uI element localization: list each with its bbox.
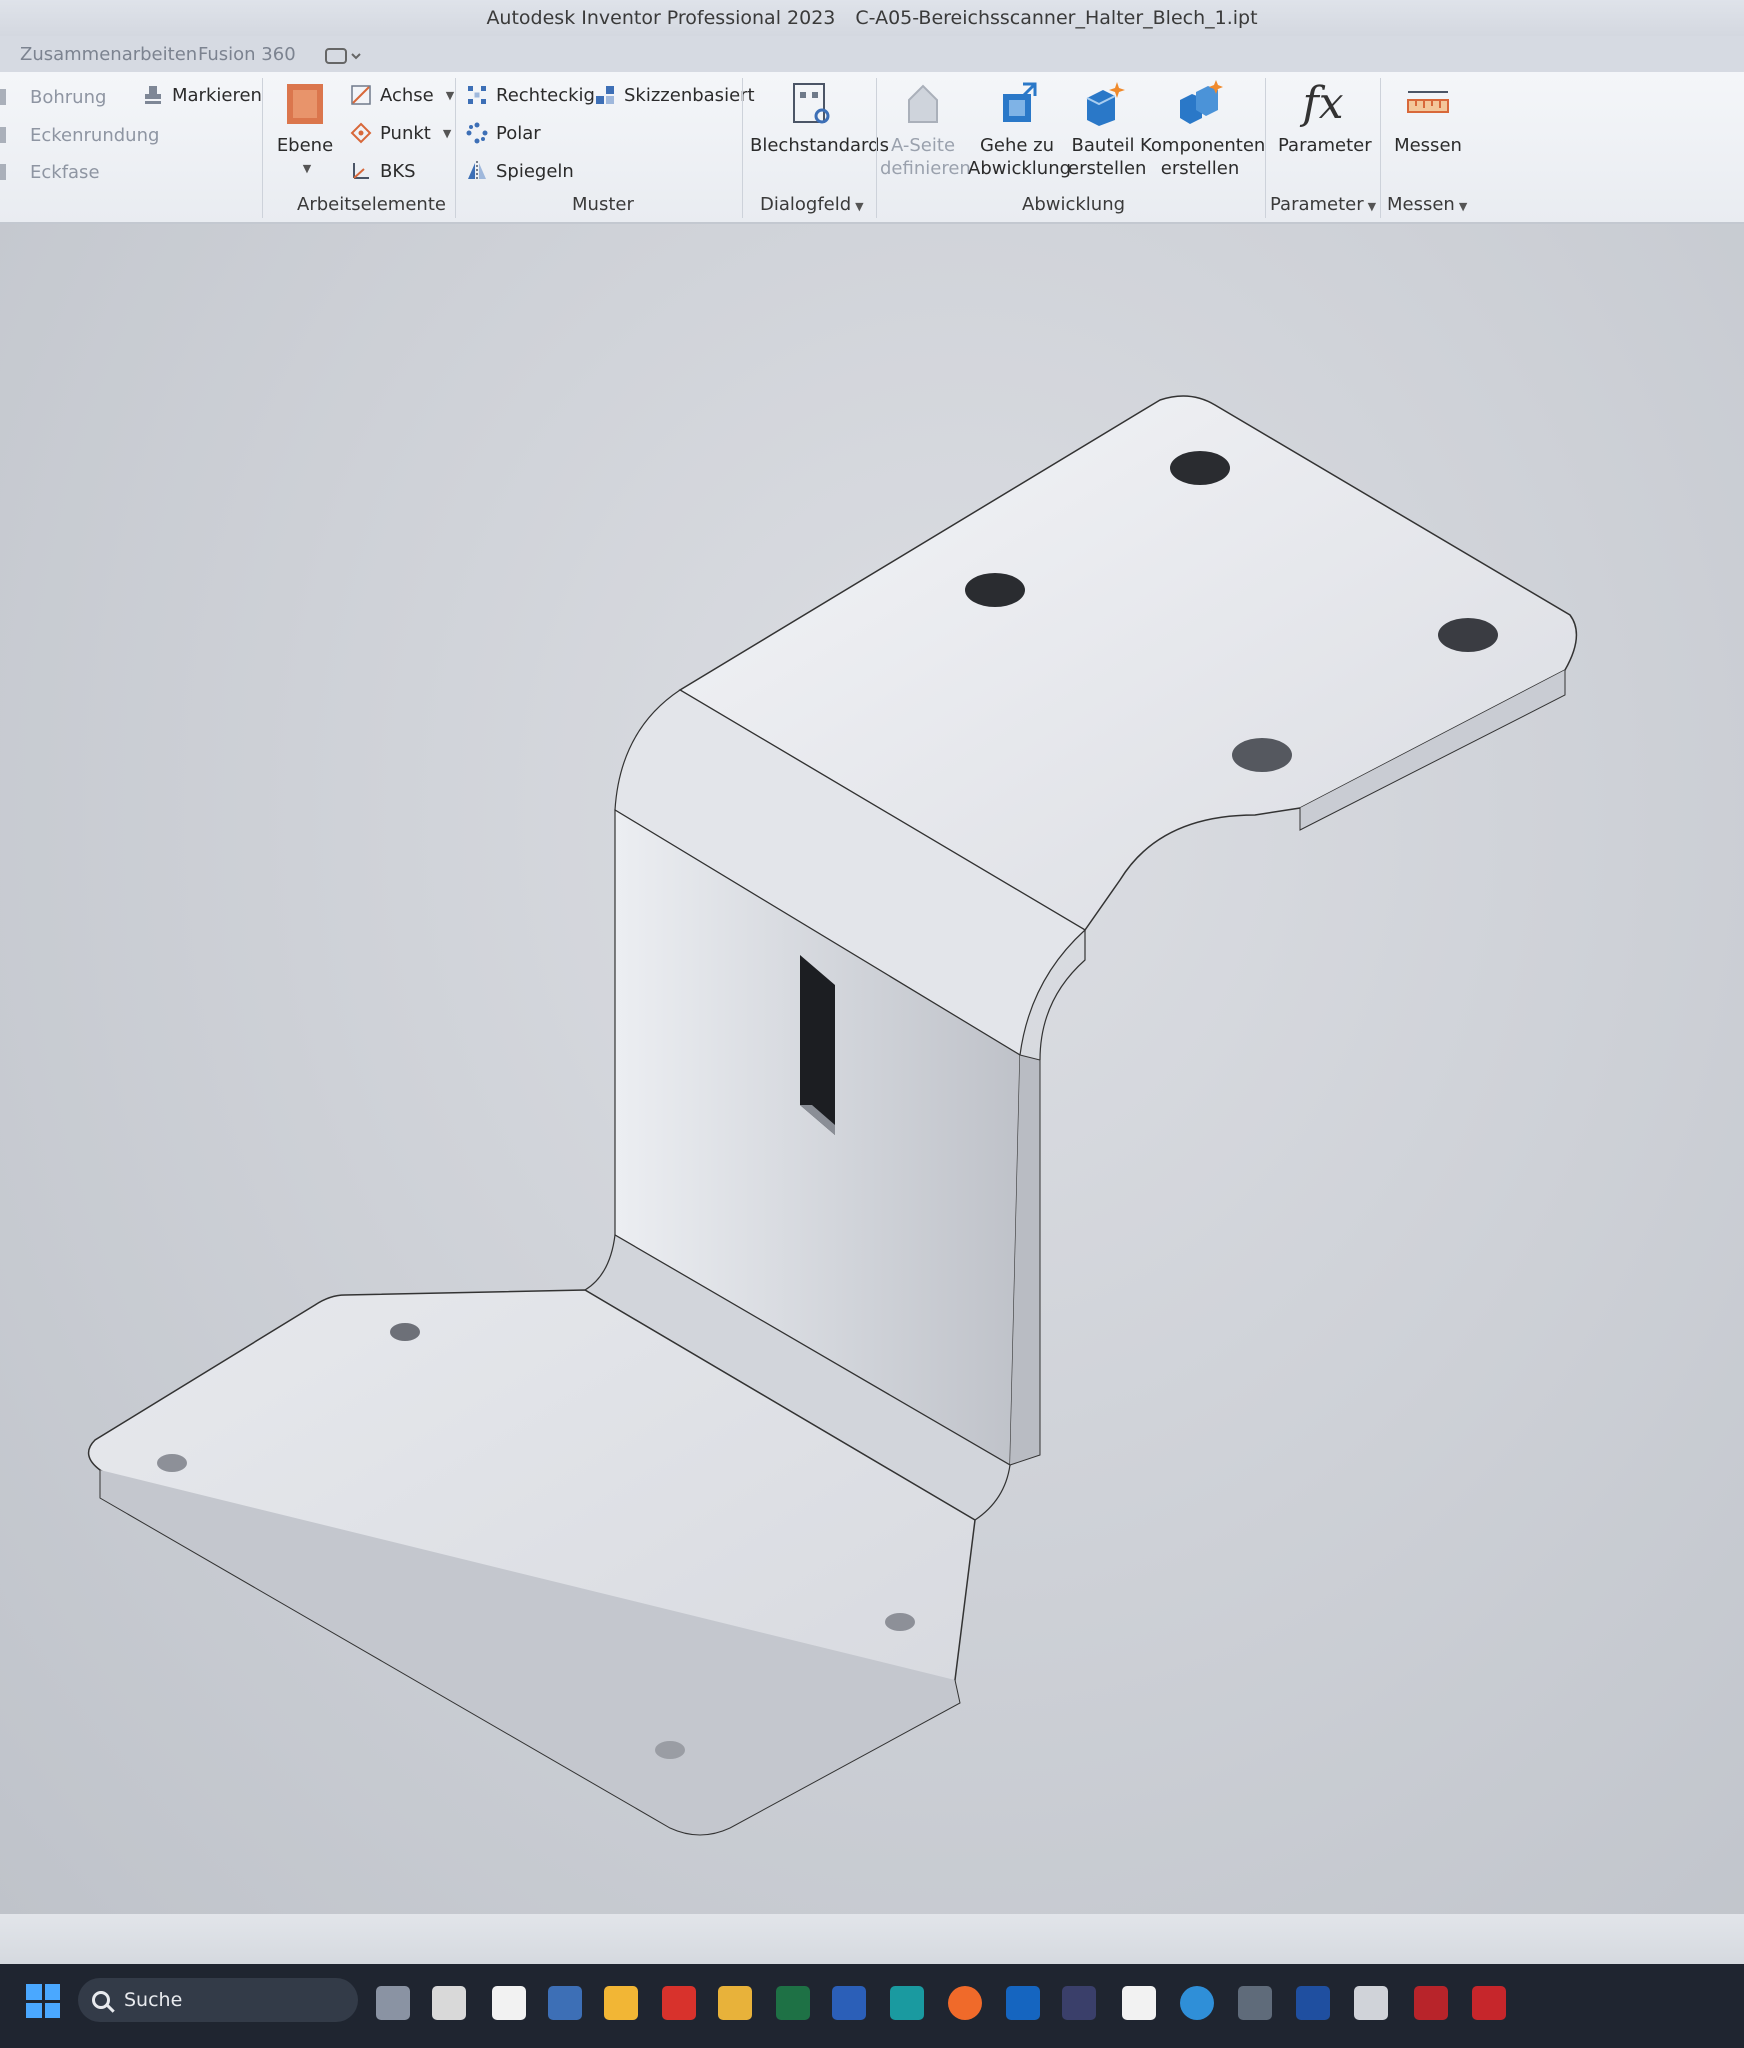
taskbar-search[interactable]: Suche bbox=[78, 1978, 358, 2022]
inventor-icon[interactable] bbox=[718, 1986, 752, 2020]
hole-icon bbox=[0, 86, 22, 108]
sketch-pattern-icon bbox=[594, 84, 616, 106]
dialogfeld-dropdown-icon: ▼ bbox=[855, 200, 864, 213]
eckenrundung-button[interactable]: Eckenrundung bbox=[0, 124, 159, 146]
eckfase-button[interactable]: Eckfase bbox=[0, 161, 100, 183]
calculator-icon[interactable] bbox=[1238, 1986, 1272, 2020]
achse-button[interactable]: Achse ▼ bbox=[350, 84, 454, 106]
ribbon-panel: Bohrung Eckenrundung Eckfase Markieren E… bbox=[0, 72, 1744, 224]
spiegeln-button[interactable]: Spiegeln bbox=[466, 160, 574, 182]
chamfer-icon bbox=[0, 161, 22, 183]
ebene-button[interactable]: Ebene ▼ bbox=[276, 80, 334, 180]
autocad-icon[interactable] bbox=[662, 1986, 696, 2020]
ucs-icon bbox=[350, 160, 372, 182]
bauteil-erstellen-button[interactable]: Bauteil erstellen bbox=[1068, 80, 1146, 180]
app-icon-2[interactable] bbox=[548, 1986, 582, 2020]
group-label-parameter[interactable]: Parameter ▼ bbox=[1270, 194, 1376, 215]
create-components-icon bbox=[1176, 80, 1224, 128]
outlook-icon[interactable] bbox=[1006, 1986, 1040, 2020]
group-label-muster: Muster bbox=[572, 194, 634, 215]
a-side-icon bbox=[899, 80, 947, 128]
point-icon bbox=[350, 122, 372, 144]
title-file: C-A05-Bereichsscanner_Halter_Blech_1.ipt bbox=[855, 7, 1258, 29]
measure-icon bbox=[1404, 80, 1452, 128]
parameter-button[interactable]: fx Parameter bbox=[1278, 78, 1372, 157]
messen-dropdown-icon: ▼ bbox=[1458, 200, 1468, 213]
taskbar: Suche bbox=[0, 1964, 1744, 2048]
skizzenbasiert-button[interactable]: Skizzenbasiert bbox=[594, 84, 755, 106]
create-part-icon bbox=[1079, 80, 1127, 128]
polar-button[interactable]: Polar bbox=[466, 122, 541, 144]
firefox-icon[interactable] bbox=[948, 1986, 982, 2020]
bohrung-button[interactable]: Bohrung bbox=[0, 86, 106, 108]
model-viewport[interactable] bbox=[0, 224, 1744, 1914]
fx-icon: fx bbox=[1302, 78, 1344, 129]
group-label-arbeitselemente: Arbeitselemente bbox=[297, 194, 446, 215]
group-label-messen[interactable]: Messen ▼ bbox=[1387, 194, 1467, 215]
bks-button[interactable]: BKS bbox=[350, 160, 416, 182]
status-bar bbox=[0, 1914, 1744, 1964]
punkt-dropdown-icon[interactable]: ▼ bbox=[443, 127, 451, 140]
snipping-tool-icon[interactable] bbox=[1354, 1986, 1388, 2020]
word-icon[interactable] bbox=[832, 1986, 866, 2020]
app-icon-7[interactable] bbox=[1414, 1986, 1448, 2020]
fillet-icon bbox=[0, 124, 22, 146]
mirror-icon bbox=[466, 160, 488, 182]
acrobat-icon[interactable] bbox=[1472, 1986, 1506, 2020]
ebene-dropdown-icon[interactable]: ▼ bbox=[280, 157, 334, 180]
go-to-flat-pattern-icon bbox=[993, 80, 1041, 128]
ribbon-tabs: Zusammenarbeiten Fusion 360 bbox=[0, 36, 1744, 72]
excel-icon[interactable] bbox=[776, 1986, 810, 2020]
app-icon-1[interactable] bbox=[432, 1986, 466, 2020]
notepad-icon[interactable] bbox=[1122, 1986, 1156, 2020]
punkt-button[interactable]: Punkt ▼ bbox=[350, 122, 451, 144]
komponenten-erstellen-button[interactable]: Komponenten erstellen bbox=[1140, 80, 1265, 180]
messen-button[interactable]: Messen bbox=[1390, 80, 1466, 157]
polar-pattern-icon bbox=[466, 122, 488, 144]
a-seite-definieren-button[interactable]: A-Seite definieren bbox=[880, 80, 971, 180]
rectangular-pattern-icon bbox=[466, 84, 488, 106]
gehe-zu-abwicklung-button[interactable]: Gehe zu Abwicklung bbox=[968, 80, 1071, 180]
tab-overflow-icon[interactable] bbox=[324, 46, 364, 66]
group-label-abwicklung: Abwicklung bbox=[1022, 194, 1126, 215]
tab-zusammenarbeiten[interactable]: Zusammenarbeiten bbox=[20, 44, 197, 65]
app-icon-4[interactable] bbox=[1062, 1986, 1096, 2020]
achse-dropdown-icon[interactable]: ▼ bbox=[446, 89, 454, 102]
stamp-icon bbox=[142, 84, 164, 106]
blechstandards-button[interactable]: Blechstandards bbox=[750, 80, 889, 157]
title-app: Autodesk Inventor Professional 2023 bbox=[486, 7, 836, 29]
axis-icon bbox=[350, 84, 372, 106]
windows-start-icon[interactable] bbox=[26, 1984, 60, 2018]
search-icon bbox=[92, 1991, 110, 2009]
group-label-dialogfeld[interactable]: Dialogfeld ▼ bbox=[760, 194, 864, 215]
sheet-metal-part[interactable] bbox=[0, 224, 1744, 1914]
document-icon[interactable] bbox=[492, 1986, 526, 2020]
app-icon-3[interactable] bbox=[890, 1986, 924, 2020]
app-icon-6[interactable] bbox=[1296, 1986, 1330, 2020]
app-icon-5[interactable] bbox=[1180, 1986, 1214, 2020]
rechteckig-button[interactable]: Rechteckig bbox=[466, 84, 595, 106]
file-explorer-icon[interactable] bbox=[604, 1986, 638, 2020]
markieren-button[interactable]: Markieren bbox=[142, 84, 262, 106]
tab-fusion-360[interactable]: Fusion 360 bbox=[198, 44, 296, 65]
title-bar: Autodesk Inventor Professional 2023 C-A0… bbox=[0, 0, 1744, 36]
task-view-icon[interactable] bbox=[376, 1986, 410, 2020]
parameter-dropdown-icon: ▼ bbox=[1367, 200, 1377, 213]
sheet-metal-defaults-icon bbox=[786, 80, 834, 128]
plane-icon bbox=[281, 80, 329, 128]
